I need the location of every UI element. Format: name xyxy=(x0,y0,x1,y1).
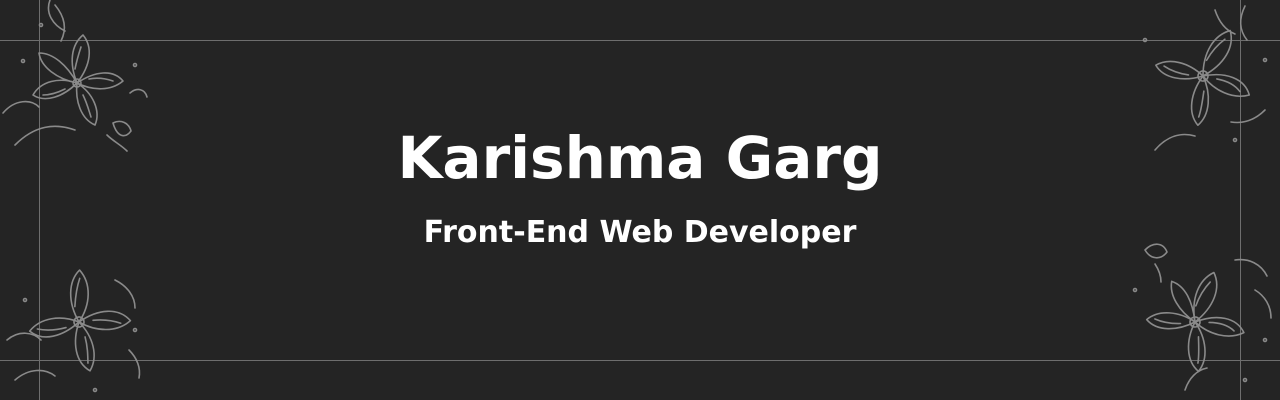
profile-banner: Karishma Garg Front-End Web Developer xyxy=(0,0,1280,400)
guide-line-top xyxy=(0,40,1280,41)
guide-line-bottom xyxy=(0,360,1280,361)
profile-name: Karishma Garg xyxy=(397,124,883,192)
profile-role: Front-End Web Developer xyxy=(423,215,857,250)
floral-ornament-bottom-right-icon xyxy=(1115,230,1280,400)
floral-ornament-bottom-left-icon xyxy=(0,240,165,400)
